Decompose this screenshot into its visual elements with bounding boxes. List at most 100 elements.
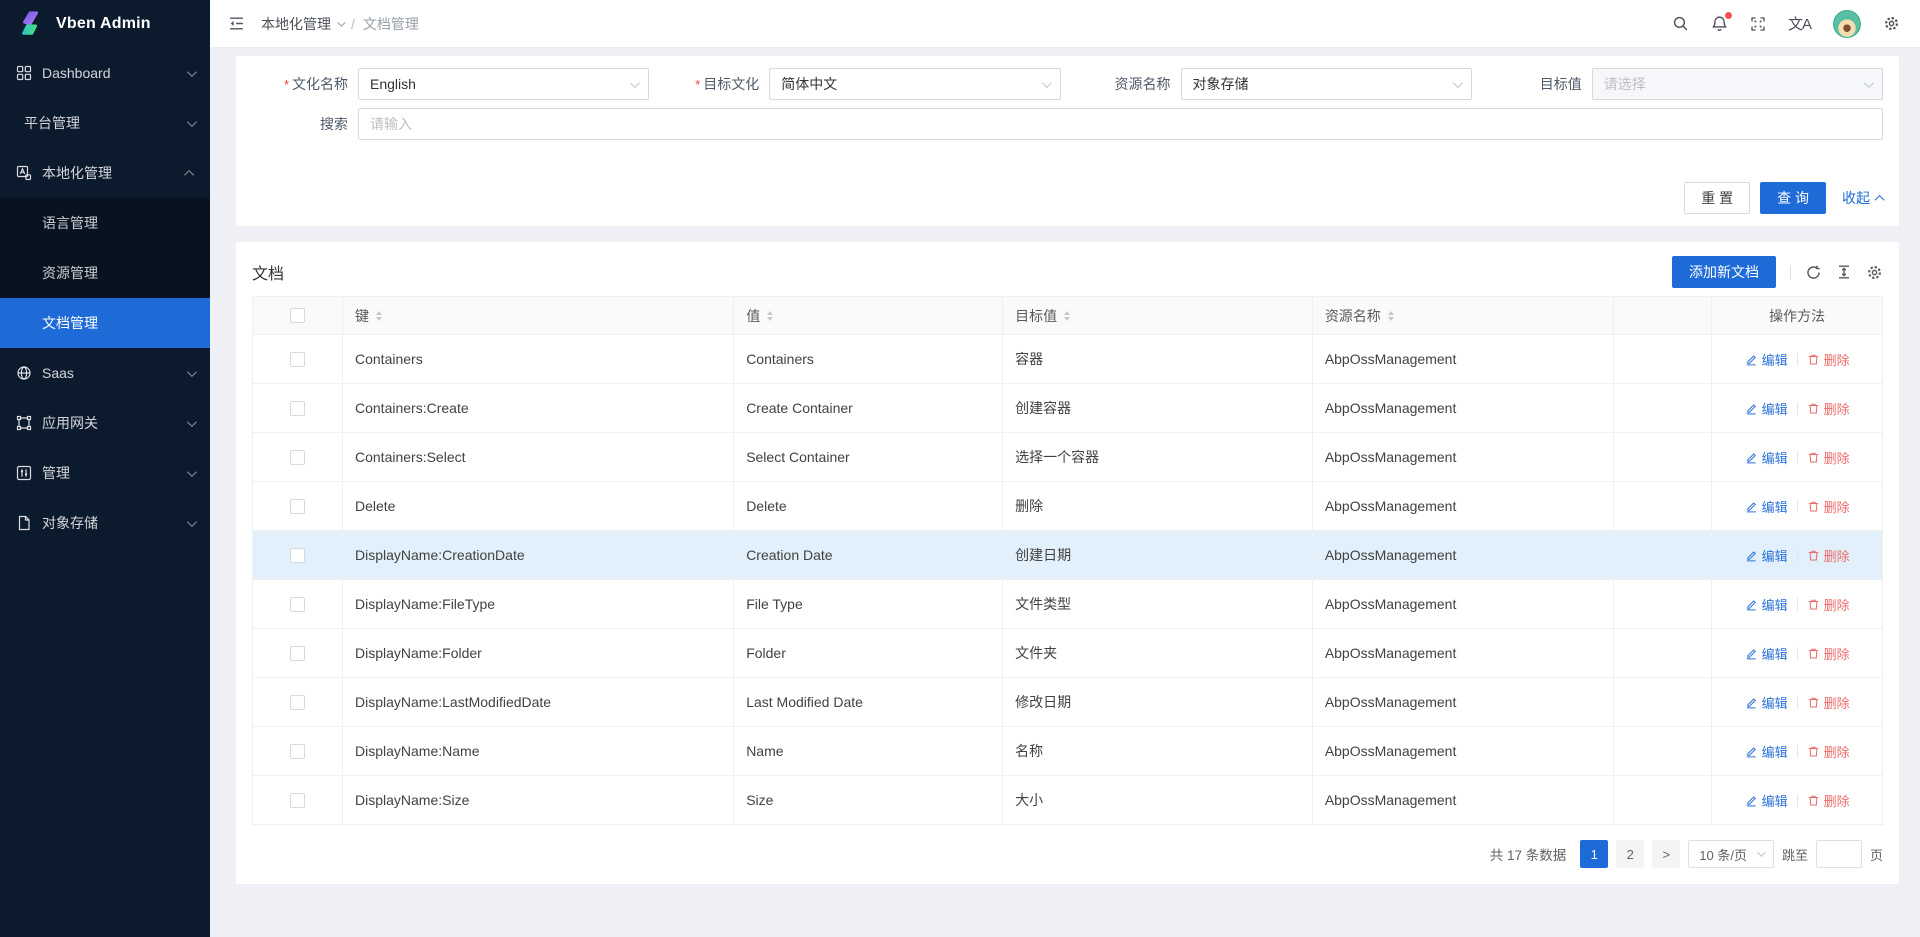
delete-button[interactable]: 删除 (1807, 350, 1850, 369)
table-row[interactable]: DisplayName:Name Name 名称 AbpOssManagemen… (253, 727, 1883, 776)
page-button-1[interactable]: 1 (1580, 840, 1608, 868)
cell-spare (1614, 580, 1712, 629)
table-row[interactable]: Containers Containers 容器 AbpOssManagemen… (253, 335, 1883, 384)
chevron-down-icon (1864, 78, 1874, 88)
row-checkbox[interactable] (290, 744, 305, 759)
search-input[interactable]: 请输入 (358, 108, 1883, 140)
sort-icon[interactable] (1388, 311, 1394, 321)
column-target: 目标值 (1015, 306, 1057, 326)
table-settings-gear-icon[interactable] (1866, 264, 1883, 281)
trash-icon (1807, 549, 1820, 562)
sidebar-item-object-storage[interactable]: 对象存储 (0, 498, 210, 548)
edit-button[interactable]: 编辑 (1745, 448, 1788, 467)
bell-icon[interactable] (1711, 15, 1728, 32)
row-checkbox[interactable] (290, 352, 305, 367)
delete-button[interactable]: 删除 (1807, 546, 1850, 565)
row-checkbox[interactable] (290, 548, 305, 563)
search-icon[interactable] (1672, 15, 1689, 32)
delete-button[interactable]: 删除 (1807, 448, 1850, 467)
edit-button[interactable]: 编辑 (1745, 350, 1788, 369)
target-value-select[interactable]: 请选择 (1592, 68, 1883, 100)
cell-key: DisplayName:Folder (343, 629, 734, 678)
brand-logo[interactable]: Vben Admin (0, 0, 210, 48)
edit-button[interactable]: 编辑 (1745, 791, 1788, 810)
table-row[interactable]: DisplayName:Size Size 大小 AbpOssManagemen… (253, 776, 1883, 825)
query-button[interactable]: 查 询 (1760, 182, 1826, 214)
cell-target: 大小 (1003, 776, 1313, 825)
edit-button[interactable]: 编辑 (1745, 693, 1788, 712)
sidebar-item-saas[interactable]: Saas (0, 348, 210, 398)
edit-label: 编辑 (1762, 644, 1788, 663)
delete-button[interactable]: 删除 (1807, 693, 1850, 712)
sidebar-item-label: 平台管理 (24, 113, 187, 133)
table-row[interactable]: DisplayName:CreationDate Creation Date 创… (253, 531, 1883, 580)
row-checkbox[interactable] (290, 597, 305, 612)
table-row[interactable]: Delete Delete 删除 AbpOssManagement (253, 482, 1883, 531)
select-all-checkbox[interactable] (290, 308, 305, 323)
top-header: 本地化管理 / 文档管理 (210, 0, 1920, 48)
edit-button[interactable]: 编辑 (1745, 399, 1788, 418)
add-document-button[interactable]: 添加新文档 (1672, 256, 1776, 288)
sidebar-item-language-management[interactable]: 语言管理 (0, 198, 210, 248)
page-button-2[interactable]: 2 (1616, 840, 1644, 868)
table-row[interactable]: Containers:Select Select Container 选择一个容… (253, 433, 1883, 482)
row-checkbox[interactable] (290, 401, 305, 416)
avatar[interactable] (1833, 10, 1861, 38)
sidebar-collapse-icon[interactable] (228, 15, 245, 32)
sidebar-item-document-management[interactable]: 文档管理 (0, 298, 210, 348)
row-checkbox[interactable] (290, 499, 305, 514)
delete-button[interactable]: 删除 (1807, 791, 1850, 810)
delete-button[interactable]: 删除 (1807, 399, 1850, 418)
sort-icon[interactable] (1064, 311, 1070, 321)
resource-name-select[interactable]: 对象存储 (1181, 68, 1472, 100)
delete-button[interactable]: 删除 (1807, 497, 1850, 516)
edit-button[interactable]: 编辑 (1745, 546, 1788, 565)
reset-button[interactable]: 重 置 (1684, 182, 1750, 214)
refresh-icon[interactable] (1805, 264, 1822, 281)
chevron-down-icon (187, 67, 197, 77)
translate-icon[interactable]: 文A (1788, 13, 1811, 34)
sidebar-item-management[interactable]: 管理 (0, 448, 210, 498)
sidebar-item-localization[interactable]: 本地化管理 (0, 148, 210, 198)
delete-button[interactable]: 删除 (1807, 595, 1850, 614)
sidebar-item-label: 文档管理 (42, 313, 194, 333)
table-row[interactable]: DisplayName:Folder Folder 文件夹 AbpOssMana… (253, 629, 1883, 678)
culture-name-select[interactable]: English (358, 68, 649, 100)
edit-button[interactable]: 编辑 (1745, 497, 1788, 516)
sidebar-item-platform[interactable]: 平台管理 (0, 98, 210, 148)
next-page-button[interactable]: > (1652, 840, 1680, 868)
fullscreen-icon[interactable] (1750, 16, 1766, 32)
row-checkbox[interactable] (290, 646, 305, 661)
cell-spare (1614, 335, 1712, 384)
edit-pencil-icon (1745, 696, 1758, 709)
delete-button[interactable]: 删除 (1807, 644, 1850, 663)
target-culture-select[interactable]: 简体中文 (769, 68, 1060, 100)
app-root: Vben Admin Dashboard 平台管理 (0, 0, 1920, 937)
table-row[interactable]: Containers:Create Create Container 创建容器 … (253, 384, 1883, 433)
collapse-filter-link[interactable]: 收起 (1842, 188, 1883, 208)
row-height-icon[interactable] (1836, 264, 1852, 280)
edit-button[interactable]: 编辑 (1745, 742, 1788, 761)
jump-prefix-label: 跳至 (1782, 845, 1808, 864)
cell-value: Delete (734, 482, 1003, 531)
gear-icon[interactable] (1883, 15, 1900, 32)
cell-value: Create Container (734, 384, 1003, 433)
page-size-select[interactable]: 10 条/页 (1688, 840, 1774, 868)
sidebar-item-gateway[interactable]: 应用网关 (0, 398, 210, 448)
row-checkbox[interactable] (290, 695, 305, 710)
edit-button[interactable]: 编辑 (1745, 644, 1788, 663)
sidebar-item-resource-management[interactable]: 资源管理 (0, 248, 210, 298)
filter-actions: 重 置 查 询 收起 (252, 182, 1883, 214)
breadcrumb-item-localization[interactable]: 本地化管理 (261, 14, 343, 34)
page-jump-input[interactable] (1816, 840, 1862, 868)
delete-button[interactable]: 删除 (1807, 742, 1850, 761)
sort-icon[interactable] (376, 311, 382, 321)
sort-icon[interactable] (767, 311, 773, 321)
edit-button[interactable]: 编辑 (1745, 595, 1788, 614)
sidebar-item-dashboard[interactable]: Dashboard (0, 48, 210, 98)
edit-pencil-icon (1745, 500, 1758, 513)
row-checkbox[interactable] (290, 793, 305, 808)
row-checkbox[interactable] (290, 450, 305, 465)
table-row[interactable]: DisplayName:LastModifiedDate Last Modifi… (253, 678, 1883, 727)
table-row[interactable]: DisplayName:FileType File Type 文件类型 AbpO… (253, 580, 1883, 629)
